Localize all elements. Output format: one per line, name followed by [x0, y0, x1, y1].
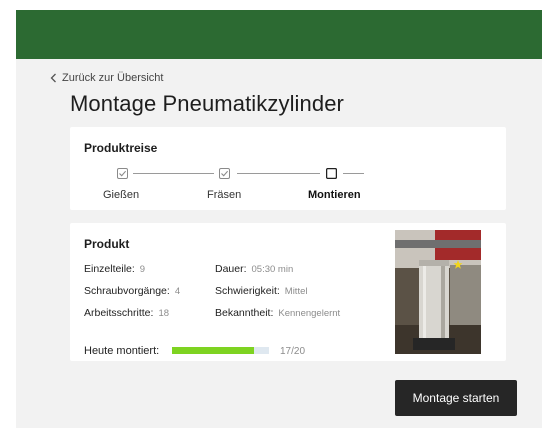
bekanntheit-row: Bekanntheit: Kennengelernt	[215, 307, 340, 319]
app-frame: Zurück zur Übersicht Montage Pneumatikzy…	[16, 10, 542, 428]
step-connector	[343, 173, 364, 174]
schwierigkeit-row: Schwierigkeit: Mittel	[215, 285, 307, 297]
start-assembly-button[interactable]: Montage starten	[395, 380, 517, 416]
product-card: Produkt Einzelteile: 9 Schraubvorgänge: 4 …	[70, 223, 506, 361]
bekanntheit-label: Bekanntheit:	[215, 307, 274, 319]
step-label-montieren: Montieren	[308, 189, 361, 201]
schraubvorgaenge-row: Schraubvorgänge: 4	[84, 285, 180, 297]
arbeitsschritte-label: Arbeitsschritte:	[84, 307, 154, 319]
step-connector	[237, 173, 320, 174]
assembled-today-progress-bar	[172, 347, 269, 354]
schwierigkeit-label: Schwierigkeit:	[215, 285, 280, 297]
dauer-label: Dauer:	[215, 263, 247, 275]
page-title: Montage Pneumatikzylinder	[70, 91, 344, 116]
step-connector	[133, 173, 214, 174]
product-journey-card: Produktreise Gießen Fräsen Montieren	[70, 127, 506, 210]
schraubvorgaenge-label: Schraubvorgänge:	[84, 285, 170, 297]
bekanntheit-value: Kennengelernt	[278, 308, 341, 319]
assembled-today-count: 17/20	[280, 346, 306, 357]
assembled-today-progress-fill	[172, 347, 255, 354]
dauer-value: 05:30 min	[251, 264, 294, 275]
back-link-label: Zurück zur Übersicht	[62, 72, 164, 84]
einzelteile-label: Einzelteile:	[84, 263, 135, 275]
checkbox-empty-icon	[326, 168, 337, 179]
schwierigkeit-value: Mittel	[284, 286, 308, 297]
chevron-left-icon	[50, 73, 56, 83]
dauer-row: Dauer: 05:30 min	[215, 263, 293, 275]
top-bar	[16, 10, 542, 59]
einzelteile-row: Einzelteile: 9	[84, 263, 145, 275]
einzelteile-value: 9	[139, 264, 146, 275]
product-photo	[395, 230, 481, 354]
checkbox-checked-icon	[219, 168, 230, 179]
schraubvorgaenge-value: 4	[174, 286, 181, 297]
product-heading: Produkt	[84, 237, 130, 251]
arbeitsschritte-value: 18	[158, 308, 170, 319]
step-label-giessen: Gießen	[103, 189, 140, 201]
assembled-today-label: Heute montiert:	[84, 345, 160, 357]
product-journey-heading: Produktreise	[84, 141, 158, 155]
step-label-fraesen: Fräsen	[207, 189, 242, 201]
back-link[interactable]: Zurück zur Übersicht	[50, 72, 163, 84]
checkbox-checked-icon	[117, 168, 128, 179]
arbeitsschritte-row: Arbeitsschritte: 18	[84, 307, 169, 319]
